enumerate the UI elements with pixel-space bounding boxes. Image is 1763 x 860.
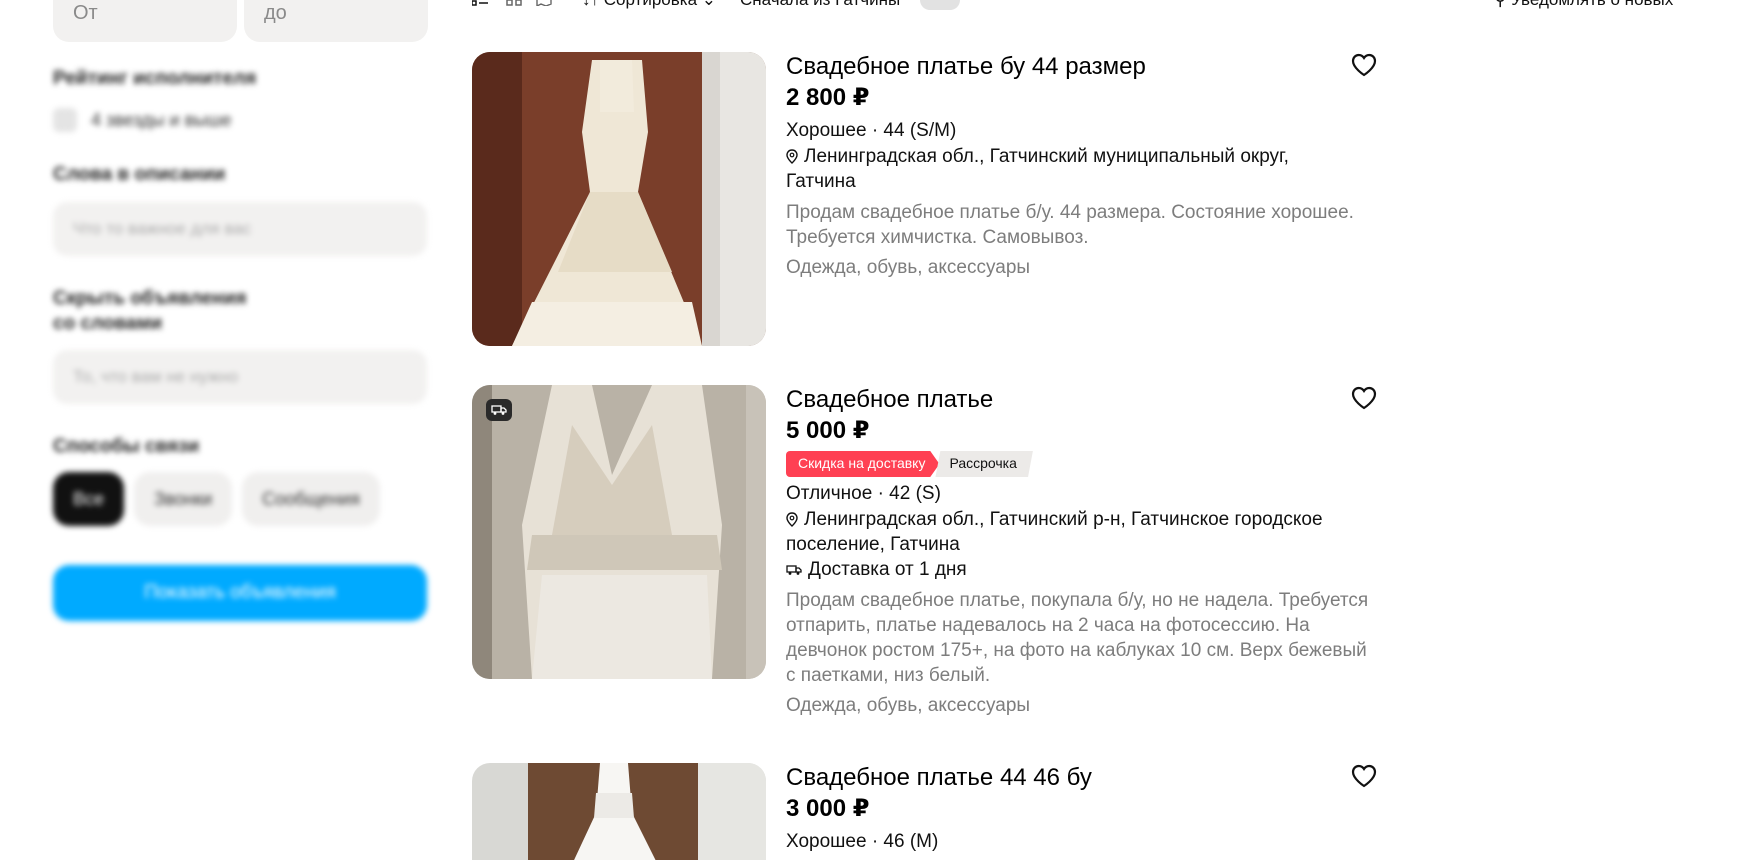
rating-checkbox[interactable]: [53, 108, 77, 132]
notify-new-button[interactable]: ⚲ Уведомлять о новых: [1494, 0, 1673, 10]
location-line-2: Гатчина: [786, 171, 856, 192]
listing-card[interactable]: Свадебное платье 44 46 бу 3 000 ₽ Хороше…: [472, 763, 1392, 860]
delivery-badge: [486, 399, 512, 421]
sort-arrows-icon: ↓↑: [582, 0, 599, 9]
words-in-description-title: Слова в описании: [53, 164, 226, 185]
listing-info: Свадебное платье 44 46 бу 3 000 ₽ Хороше…: [786, 763, 1376, 855]
listing-delivery: Доставка от 1 дня: [786, 557, 1376, 582]
words-in-description-input[interactable]: Что то важное для вас: [53, 202, 427, 256]
listing-price: 3 000 ₽: [786, 795, 870, 822]
price-from-placeholder: От: [73, 2, 98, 24]
listing-price: 5 000 ₽: [786, 417, 870, 444]
listing-info: Свадебное платье 5 000 ₽ Скидка на доста…: [786, 385, 1376, 718]
listing-description: Продам свадебное платье, покупала б/у, н…: [786, 590, 1369, 686]
hide-by-words-placeholder: То, что вам не нужно: [73, 367, 239, 386]
contact-all-button[interactable]: Все: [53, 472, 125, 526]
listing-price: 2 800 ₽: [786, 84, 870, 111]
price-to-placeholder: до: [264, 2, 287, 24]
location-line-1: Ленинградская обл., Гатчинский муниципал…: [804, 146, 1289, 167]
sort-label: Сортировка: [604, 0, 697, 9]
location-line-1: Ленинградская обл., Гатчинский р-н, Гатч…: [804, 509, 1323, 530]
price-from-input[interactable]: От: [53, 0, 237, 42]
first-from-toggle[interactable]: [920, 0, 960, 10]
listing-title[interactable]: Свадебное платье бу 44 размер: [786, 52, 1376, 82]
dress-photo-image: [472, 385, 766, 679]
map-view-icon[interactable]: [536, 0, 552, 6]
filters-sidebar: От до Рейтинг исполнителя 4 звезды и выш…: [0, 0, 440, 860]
listing-location: Ленинградская обл., Гатчинский р-н, Гатч…: [786, 507, 1376, 557]
listing-location: Ленинградская обл., Гатчинский муниципал…: [786, 144, 1376, 194]
hide-by-words-title-line2: со словами: [53, 313, 163, 334]
list-view-icon[interactable]: [472, 0, 488, 6]
location-line-2: поселение, Гатчина: [786, 534, 960, 555]
listing-condition: Хорошее · 44 (S/M): [786, 120, 957, 141]
grid-view-icon[interactable]: [506, 0, 522, 6]
listing-category: Одежда, обувь, аксессуары: [786, 695, 1031, 716]
truck-icon: [786, 564, 802, 575]
hide-by-words-input[interactable]: То, что вам не нужно: [53, 350, 427, 404]
contact-methods-group: Все Звонки Сообщения: [53, 472, 380, 526]
listing-card[interactable]: Свадебное платье бу 44 размер 2 800 ₽ Хо…: [472, 52, 1392, 346]
search-icon: ⚲: [1494, 0, 1506, 9]
listing-title[interactable]: Свадебное платье: [786, 385, 1376, 415]
delivery-discount-badge: Скидка на доставку: [786, 451, 940, 477]
listing-condition: Хорошее · 46 (M): [786, 831, 939, 852]
favorite-heart-icon[interactable]: [1350, 385, 1378, 411]
listing-photo[interactable]: [472, 763, 766, 860]
installment-badge: Рассрочка: [935, 451, 1033, 477]
listing-info: Свадебное платье бу 44 размер 2 800 ₽ Хо…: [786, 52, 1376, 280]
truck-icon: [491, 405, 507, 415]
notify-label: Уведомлять о новых: [1511, 0, 1673, 9]
listing-condition: Отличное · 42 (S): [786, 483, 941, 504]
listing-description: Продам свадебное платье б/у. 44 размера.…: [786, 202, 1354, 248]
listing-photo[interactable]: [472, 52, 766, 346]
seller-rating-title: Рейтинг исполнителя: [53, 68, 257, 89]
hide-by-words-title-line1: Скрыть объявления: [53, 288, 247, 309]
listing-photo[interactable]: [472, 385, 766, 679]
listing-category: Одежда, обувь, аксессуары: [786, 257, 1031, 278]
rating-checkbox-row[interactable]: 4 звезды и выше: [53, 108, 232, 132]
contact-methods-title: Способы связи: [53, 436, 200, 457]
location-pin-icon: [786, 512, 798, 527]
show-listings-button[interactable]: Показать объявления: [53, 565, 427, 621]
words-in-description-placeholder: Что то важное для вас: [73, 219, 252, 238]
chevron-down-icon: ⌄: [702, 0, 716, 9]
listing-title[interactable]: Свадебное платье 44 46 бу: [786, 763, 1376, 793]
dress-photo-image: [472, 763, 766, 860]
dress-photo-image: [472, 52, 766, 346]
favorite-heart-icon[interactable]: [1350, 52, 1378, 78]
listing-card[interactable]: Свадебное платье 5 000 ₽ Скидка на доста…: [472, 385, 1392, 716]
sort-dropdown[interactable]: ↓↑ Сортировка ⌄: [582, 0, 716, 10]
location-pin-icon: [786, 149, 798, 164]
price-to-input[interactable]: до: [244, 0, 428, 42]
first-from-label: Сначала из Гатчины: [740, 0, 900, 10]
results-toolbar: ↓↑ Сортировка ⌄ Сначала из Гатчины ⚲ Уве…: [472, 0, 1702, 12]
contact-messages-button[interactable]: Сообщения: [242, 472, 380, 526]
favorite-heart-icon[interactable]: [1350, 763, 1378, 789]
delivery-label: Доставка от 1 дня: [808, 559, 967, 580]
listing-badges: Скидка на доставку Рассрочка: [786, 451, 1376, 477]
contact-calls-button[interactable]: Звонки: [134, 472, 233, 526]
rating-option-label: 4 звезды и выше: [91, 109, 232, 130]
